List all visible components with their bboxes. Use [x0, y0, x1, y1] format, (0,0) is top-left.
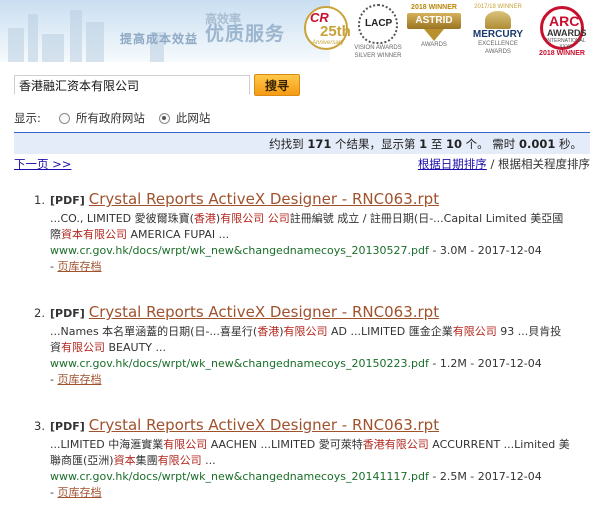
result-snippet: ...CO., LIMITED 愛彼爾珠寶(香港)有限公司 公司註冊編號 成立 …: [50, 211, 570, 243]
result-title-link[interactable]: Crystal Reports ActiveX Designer - RNC06…: [89, 303, 439, 321]
result-title-link[interactable]: Crystal Reports ActiveX Designer - RNC06…: [89, 416, 439, 434]
radio-all-gov-sites[interactable]: [58, 112, 70, 124]
result-url: www.cr.gov.hk/docs/wrpt/wk_new&changedna…: [50, 244, 429, 257]
result-count: 171: [307, 137, 332, 151]
radio-this-site[interactable]: [158, 112, 170, 124]
highlighted-term: 有限公司: [61, 341, 105, 354]
sort-by-relevance: 根据相关程度排序: [498, 157, 590, 171]
mercury-award-wing: 2017/18 WINNER MERCURY EXCELLENCE AWARDS: [472, 4, 524, 55]
result-cache: - 页库存档: [50, 260, 102, 273]
result-snippet: ...Names 本名單涵蓋的日期(日-...喜星行(香港)有限公司 AD ..…: [50, 324, 570, 356]
snippet-text: BEAUTY ...: [105, 341, 166, 354]
stats-text: 个。 需时: [465, 137, 516, 151]
scope-option-all-gov-sites[interactable]: 所有政府网站: [58, 110, 145, 126]
pdf-tag: [PDF]: [50, 307, 85, 320]
search-bar: 搜寻: [14, 74, 300, 96]
scope-option-label: 所有政府网站: [75, 111, 145, 125]
snippet-text: 集團: [135, 454, 158, 467]
scope-option-label: 此网站: [175, 111, 211, 125]
result-url-line: www.cr.gov.hk/docs/wrpt/wk_new&changedna…: [50, 356, 570, 372]
scope-option-this-site[interactable]: 此网站: [158, 110, 211, 126]
search-scope: 显示: 所有政府网站 此网站: [14, 110, 224, 126]
cr-25th-anniversary-badge: CR 25th Anniversary: [298, 4, 354, 60]
banner-slogan-service: 优质服务: [205, 23, 286, 45]
header-banner: 提高成本效益 高效率 优质服务 CR 25th Anniversary LACP…: [0, 0, 600, 62]
highlighted-term: 資本有限公司: [61, 228, 127, 241]
result-number: 3.: [34, 419, 45, 433]
stats-prefix: 约找到: [269, 137, 304, 151]
scope-label: 显示:: [14, 111, 41, 125]
highlighted-term: 香港: [257, 325, 280, 338]
results-stats-bar: 约找到 171 个结果，显示第 1 至 10 个。 需时 0.001 秒。: [14, 132, 590, 154]
result-meta: - 1.2M - 2017-12-04: [428, 357, 542, 370]
highlighted-term: 有限公司: [157, 454, 202, 467]
stats-text: 至: [430, 137, 443, 151]
search-button[interactable]: 搜寻: [254, 74, 300, 96]
result-snippet: ...LIMITED 中海滙實業有限公司 AACHEN ...LIMITED 愛…: [50, 437, 570, 469]
cached-page-link[interactable]: 页库存档: [57, 486, 101, 499]
pdf-tag: [PDF]: [50, 194, 85, 207]
highlighted-term: 香港有限公司: [362, 438, 429, 451]
result-cache: - 页库存档: [50, 373, 102, 386]
snippet-text: ...Names 本名單涵蓋的日期(日-...喜星行(: [50, 325, 258, 338]
sort-options: 根据日期排序 / 根据相关程度排序: [418, 156, 590, 172]
sort-separator: /: [486, 157, 498, 171]
snippet-text: ...: [201, 454, 216, 467]
result-title-link[interactable]: Crystal Reports ActiveX Designer - RNC06…: [89, 190, 439, 208]
result-url-line: www.cr.gov.hk/docs/wrpt/wk_new&changedna…: [50, 469, 570, 485]
highlighted-term: 有限公司: [163, 438, 208, 451]
highlighted-term: 有限公司 公司: [220, 212, 290, 225]
snippet-text: ...LIMITED 中海滙實業: [50, 438, 164, 451]
cached-page-link[interactable]: 页库存档: [57, 260, 101, 273]
result-url: www.cr.gov.hk/docs/wrpt/wk_new&changedna…: [50, 470, 429, 483]
stats-text: 个结果，显示第: [334, 137, 416, 151]
astrid-award-trophy: 2018 WINNER ASTRID AWARDS: [404, 4, 464, 60]
result-number: 2.: [34, 306, 45, 320]
snippet-text: AD ...LIMITED 匯金企業: [327, 325, 453, 338]
highlighted-term: 有限公司: [452, 325, 497, 338]
result-url: www.cr.gov.hk/docs/wrpt/wk_new&changedna…: [50, 357, 429, 370]
result-url-line: www.cr.gov.hk/docs/wrpt/wk_new&changedna…: [50, 243, 570, 259]
next-page-link[interactable]: 下一页 >>: [14, 156, 71, 172]
cached-page-link[interactable]: 页库存档: [57, 373, 101, 386]
highlighted-term: 資本: [113, 454, 136, 467]
highlighted-term: 香港: [193, 212, 216, 225]
result-cache: - 页库存档: [50, 486, 102, 499]
results-nav: 下一页 >> 根据日期排序 / 根据相关程度排序: [14, 156, 590, 172]
snippet-text: AACHEN ...LIMITED 愛可萊特: [207, 438, 363, 451]
result-number: 1.: [34, 193, 45, 207]
lacp-vision-award-laurel: LACP VISION AWARDS SILVER WINNER: [350, 4, 406, 60]
search-input[interactable]: [14, 75, 250, 95]
search-time: 0.001: [518, 137, 556, 151]
sort-by-date-link[interactable]: 根据日期排序: [418, 157, 487, 171]
range-from: 1: [419, 137, 428, 151]
stats-suffix: 秒。: [559, 137, 582, 151]
range-to: 10: [445, 137, 462, 151]
highlighted-term: 有限公司: [283, 325, 328, 338]
pdf-tag: [PDF]: [50, 420, 85, 433]
result-meta: - 2.5M - 2017-12-04: [428, 470, 542, 483]
snippet-text: AMERICA FUPAI ...: [127, 228, 230, 241]
result-meta: - 3.0M - 2017-12-04: [428, 244, 542, 257]
arc-award-emblem: ARC AWARDS INTERNATIONAL XXXII 2018 WINN…: [530, 4, 594, 60]
banner-slogan-cost: 提高成本效益: [120, 32, 199, 46]
snippet-text: ...CO., LIMITED 愛彼爾珠寶(: [50, 212, 194, 225]
